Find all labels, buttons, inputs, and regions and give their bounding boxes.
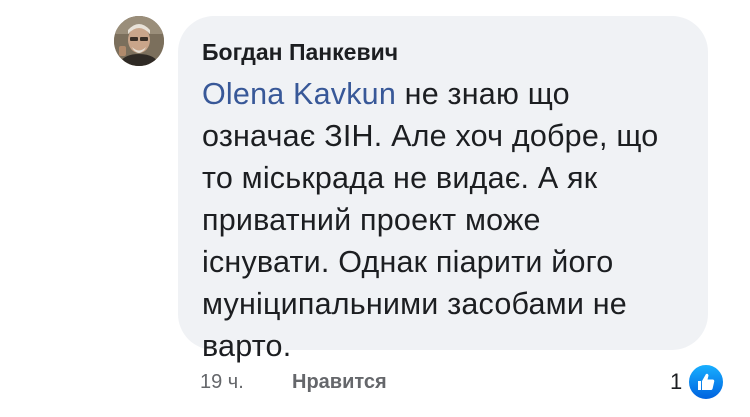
avatar-image bbox=[114, 16, 164, 66]
comment-line: варто. bbox=[202, 329, 292, 363]
like-button[interactable]: Нравится bbox=[292, 368, 387, 396]
comment-line: то міськрада не видає. А як bbox=[202, 161, 598, 195]
thumbs-up-icon bbox=[686, 362, 727, 402]
avatar[interactable] bbox=[114, 16, 164, 66]
comment-line: існувати. Однак піарити його bbox=[202, 245, 614, 279]
comment-line: означає ЗІН. Але хоч добре, що bbox=[202, 119, 659, 153]
comment-line: не знаю що bbox=[396, 77, 570, 111]
comment-text: Olena Kavkun не знаю що означає ЗІН. Але … bbox=[202, 73, 672, 367]
comment-author[interactable]: Богдан Панкевич bbox=[202, 38, 684, 66]
reaction-count: 1 bbox=[670, 369, 683, 394]
comment-line: приватний проект може bbox=[202, 203, 541, 237]
comment-timestamp[interactable]: 19 ч. bbox=[200, 368, 244, 396]
reaction-summary[interactable]: 1 bbox=[670, 362, 727, 402]
mention-link[interactable]: Olena Kavkun bbox=[202, 77, 396, 111]
comment-line: муніципальними засобами не bbox=[202, 287, 627, 321]
comment-bubble: Богдан Панкевич Olena Kavkun не знаю що о… bbox=[178, 16, 708, 363]
